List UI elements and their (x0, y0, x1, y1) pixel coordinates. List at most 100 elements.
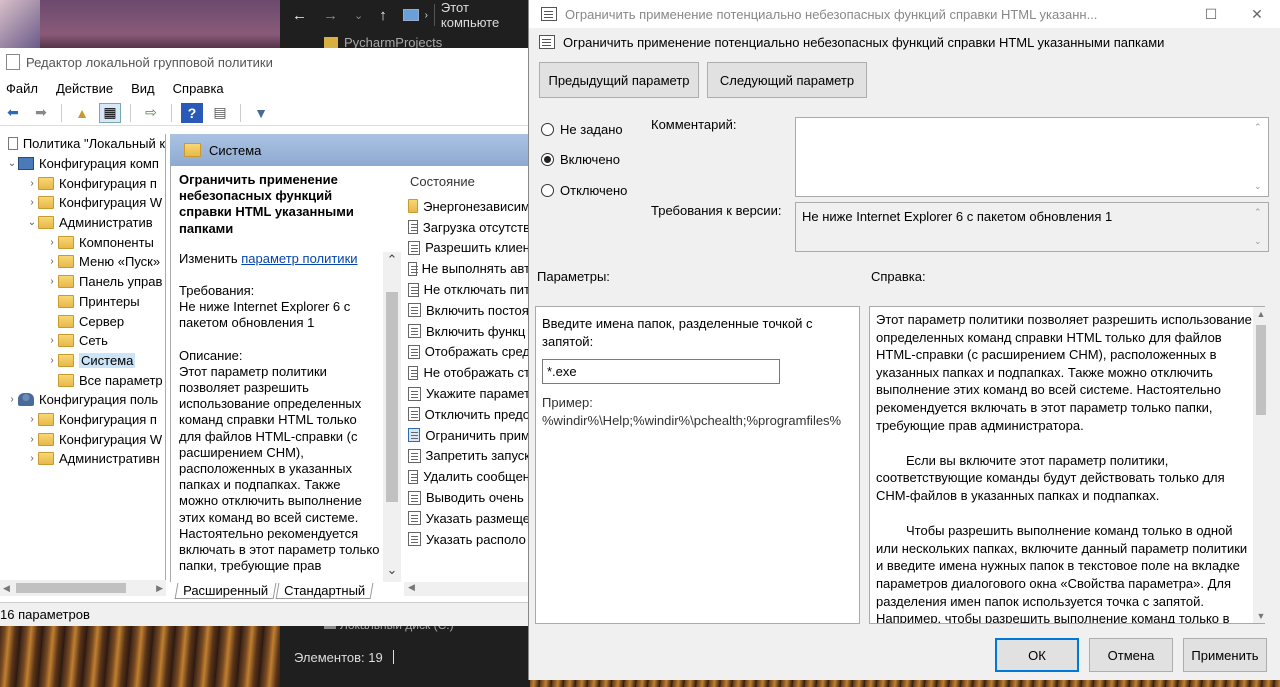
scroll-down-icon[interactable]: ⌄ (1254, 236, 1266, 247)
maximize-icon[interactable]: ☐ (1188, 0, 1234, 28)
show-hide-tree-icon[interactable]: ▦ (99, 102, 121, 123)
menu-help[interactable]: Справка (173, 81, 224, 96)
address-bar[interactable]: › Этот компьюте (402, 0, 530, 30)
radio-circle[interactable] (541, 153, 554, 166)
tree-item[interactable]: Сервер (0, 311, 165, 331)
tree-item[interactable]: › Конфигурация п (0, 173, 165, 193)
tab-standard[interactable]: Стандартный (275, 583, 374, 599)
tree-item[interactable]: ⌄ Конфигурация комп (0, 154, 165, 174)
list-item[interactable]: Выводить очень (404, 487, 530, 508)
scroll-down-icon[interactable]: ⌄ (1254, 181, 1266, 192)
apply-button[interactable]: Применить (1183, 638, 1267, 672)
menu-file[interactable]: Файл (6, 81, 38, 96)
close-icon[interactable]: ✕ (1234, 0, 1280, 28)
tree-item[interactable]: › Меню «Пуск» (0, 252, 165, 272)
tree-item[interactable]: › Административн (0, 449, 165, 469)
tree-item[interactable]: Принтеры (0, 292, 165, 312)
expanded-chevron-icon[interactable]: ⌄ (26, 217, 38, 228)
list-item[interactable]: Не отключать пит (404, 279, 530, 300)
tree-item[interactable]: › Конфигурация W (0, 193, 165, 213)
comment-scroll[interactable]: ⌃ ⌄ (1254, 118, 1266, 196)
radio-disabled[interactable]: Отключено (541, 183, 627, 198)
collapsed-chevron-icon[interactable]: › (6, 394, 18, 405)
list-item[interactable]: Энергонезависим (404, 196, 530, 217)
tree-item[interactable]: › Сеть (0, 331, 165, 351)
tree-item[interactable]: Все параметр (0, 370, 165, 390)
comment-field[interactable]: ⌃ ⌄ (795, 117, 1269, 197)
collapsed-chevron-icon[interactable]: › (26, 453, 38, 464)
collapsed-chevron-icon[interactable]: › (26, 414, 38, 425)
collapsed-chevron-icon[interactable]: › (26, 434, 38, 445)
list-item[interactable]: Не выполнять авт (404, 258, 530, 279)
properties-icon[interactable]: ▤ (209, 103, 231, 123)
tree-item[interactable]: › Конфигурация п (0, 410, 165, 430)
list-item[interactable]: Укажите парамет (404, 383, 530, 404)
tree-item[interactable]: Политика "Локальный к (0, 134, 165, 154)
ok-button[interactable]: ОК (995, 638, 1079, 672)
list-item[interactable]: Не отображать ст (404, 362, 530, 383)
radio-not-configured[interactable]: Не задано (541, 122, 623, 137)
help-scrollbar[interactable]: ▲ ▼ (1253, 307, 1269, 623)
tree-horizontal-scrollbar[interactable]: ◀ ▶ (0, 580, 166, 596)
tree-item[interactable]: › Конфигурация W (0, 429, 165, 449)
scroll-thumb[interactable] (1256, 325, 1266, 415)
next-setting-button[interactable]: Следующий параметр (707, 62, 867, 98)
list-item[interactable]: Указать располо (404, 529, 530, 550)
scroll-thumb[interactable] (16, 583, 126, 593)
minimize-icon[interactable]: — (1142, 0, 1188, 28)
list-item[interactable]: Запретить запуск (404, 446, 530, 467)
tree-item[interactable]: › Компоненты (0, 232, 165, 252)
column-header-state[interactable]: Состояние (404, 166, 530, 196)
list-item[interactable]: Разрешить клиен (404, 238, 530, 259)
description-scrollbar[interactable]: ⌃ ⌄ (383, 252, 401, 582)
menu-view[interactable]: Вид (131, 81, 155, 96)
partial-folder-row[interactable]: PycharmProjects (324, 36, 442, 48)
collapsed-chevron-icon[interactable]: › (26, 178, 38, 189)
list-item[interactable]: Включить постоя (404, 300, 530, 321)
collapsed-chevron-icon[interactable]: › (46, 276, 58, 287)
back-arrow-icon[interactable]: ⬅ (2, 103, 24, 123)
collapsed-chevron-icon[interactable]: › (46, 335, 58, 346)
list-item[interactable]: Включить функц (404, 321, 530, 342)
list-item[interactable]: Отключить предо (404, 404, 530, 425)
tree-item[interactable]: › Конфигурация поль (0, 390, 165, 410)
radio-enabled[interactable]: Включено (541, 152, 620, 167)
expanded-chevron-icon[interactable]: ⌄ (6, 158, 18, 169)
up-folder-icon[interactable]: ▲ (71, 103, 93, 123)
list-item[interactable]: Удалить сообщен (404, 466, 530, 487)
collapsed-chevron-icon[interactable]: › (46, 355, 58, 366)
back-arrow-icon[interactable]: ← (292, 7, 307, 24)
cancel-button[interactable]: Отмена (1089, 638, 1173, 672)
tab-extended[interactable]: Расширенный (174, 583, 277, 599)
help-icon[interactable]: ? (181, 102, 203, 123)
folder-names-input[interactable]: *.exe (542, 359, 780, 384)
collapsed-chevron-icon[interactable]: › (26, 197, 38, 208)
scroll-down-icon[interactable]: ⌄ (383, 562, 401, 582)
forward-arrow-icon[interactable]: → (323, 7, 338, 24)
tree-item[interactable]: › Панель управ (0, 272, 165, 292)
list-item[interactable]: Указать размеще (404, 508, 530, 529)
scroll-up-icon[interactable]: ▲ (1253, 309, 1269, 319)
radio-circle[interactable] (541, 184, 554, 197)
tree-item[interactable]: › Система (0, 351, 165, 371)
up-arrow-icon[interactable]: ↑ (379, 7, 387, 24)
scroll-left-icon[interactable]: ◀ (3, 583, 10, 594)
scroll-up-icon[interactable]: ⌃ (1254, 122, 1266, 133)
edit-policy-link[interactable]: параметр политики (241, 251, 357, 266)
list-horizontal-scrollbar[interactable]: ◀ (404, 582, 530, 596)
filter-icon[interactable]: ▼ (250, 103, 272, 123)
scroll-thumb[interactable] (386, 292, 398, 502)
expand-chevron-icon[interactable]: ⌄ (354, 9, 363, 22)
list-item[interactable]: Отображать сред (404, 342, 530, 363)
list-item[interactable]: Ограничить прим (404, 425, 530, 446)
collapsed-chevron-icon[interactable]: › (46, 237, 58, 248)
previous-setting-button[interactable]: Предыдущий параметр (539, 62, 699, 98)
collapsed-chevron-icon[interactable]: › (46, 256, 58, 267)
list-item[interactable]: Загрузка отсутств (404, 217, 530, 238)
radio-circle[interactable] (541, 123, 554, 136)
menu-action[interactable]: Действие (56, 81, 113, 96)
scroll-left-icon[interactable]: ◀ (408, 582, 415, 592)
scroll-up-icon[interactable]: ⌃ (383, 252, 401, 272)
scroll-down-icon[interactable]: ▼ (1253, 611, 1269, 621)
scroll-up-icon[interactable]: ⌃ (1254, 207, 1266, 218)
